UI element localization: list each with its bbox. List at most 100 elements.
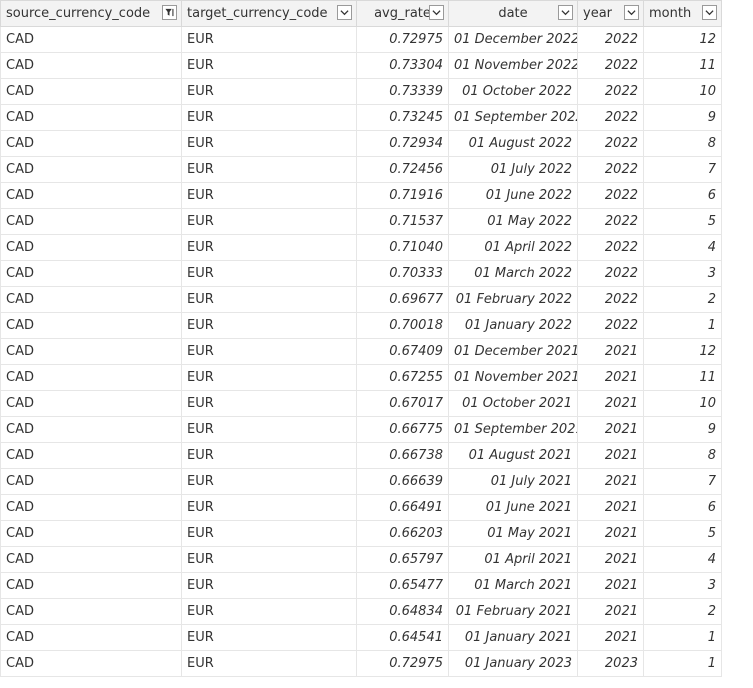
chevron-down-icon[interactable]: [429, 5, 444, 20]
chevron-down-icon[interactable]: [337, 5, 352, 20]
date-cell[interactable]: 01 July 2021: [448, 468, 578, 495]
column-header-source-currency-code[interactable]: source_currency_code: [0, 0, 182, 27]
filtered-icon[interactable]: [162, 5, 177, 20]
target-currency-code-cell[interactable]: EUR: [181, 52, 357, 79]
table-row[interactable]: CAD EUR 0.67409 01 December 2021 2021 12: [0, 338, 722, 365]
column-header-date[interactable]: date: [448, 0, 578, 27]
date-cell[interactable]: 01 May 2021: [448, 520, 578, 547]
year-cell[interactable]: 2022: [577, 26, 644, 53]
year-cell[interactable]: 2021: [577, 390, 644, 417]
avg-rate-cell[interactable]: 0.65797: [356, 546, 449, 573]
source-currency-code-cell[interactable]: CAD: [0, 442, 182, 469]
date-cell[interactable]: 01 June 2021: [448, 494, 578, 521]
target-currency-code-cell[interactable]: EUR: [181, 390, 357, 417]
month-cell[interactable]: 7: [643, 468, 722, 495]
source-currency-code-cell[interactable]: CAD: [0, 546, 182, 573]
table-row[interactable]: CAD EUR 0.64834 01 February 2021 2021 2: [0, 598, 722, 625]
year-cell[interactable]: 2021: [577, 468, 644, 495]
month-cell[interactable]: 7: [643, 156, 722, 183]
avg-rate-cell[interactable]: 0.72975: [356, 26, 449, 53]
month-cell[interactable]: 5: [643, 208, 722, 235]
source-currency-code-cell[interactable]: CAD: [0, 572, 182, 599]
year-cell[interactable]: 2023: [577, 650, 644, 677]
month-cell[interactable]: 10: [643, 390, 722, 417]
table-row[interactable]: CAD EUR 0.64541 01 January 2021 2021 1: [0, 624, 722, 651]
month-cell[interactable]: 8: [643, 442, 722, 469]
target-currency-code-cell[interactable]: EUR: [181, 260, 357, 287]
month-cell[interactable]: 9: [643, 416, 722, 443]
table-row[interactable]: CAD EUR 0.66639 01 July 2021 2021 7: [0, 468, 722, 495]
chevron-down-icon[interactable]: [702, 5, 717, 20]
column-header-month[interactable]: month: [643, 0, 722, 27]
year-cell[interactable]: 2021: [577, 572, 644, 599]
source-currency-code-cell[interactable]: CAD: [0, 208, 182, 235]
year-cell[interactable]: 2021: [577, 416, 644, 443]
avg-rate-cell[interactable]: 0.70333: [356, 260, 449, 287]
date-cell[interactable]: 01 December 2021: [448, 338, 578, 365]
avg-rate-cell[interactable]: 0.67255: [356, 364, 449, 391]
month-cell[interactable]: 10: [643, 78, 722, 105]
year-cell[interactable]: 2022: [577, 130, 644, 157]
table-row[interactable]: CAD EUR 0.73339 01 October 2022 2022 10: [0, 78, 722, 105]
source-currency-code-cell[interactable]: CAD: [0, 520, 182, 547]
target-currency-code-cell[interactable]: EUR: [181, 520, 357, 547]
avg-rate-cell[interactable]: 0.72975: [356, 650, 449, 677]
target-currency-code-cell[interactable]: EUR: [181, 416, 357, 443]
month-cell[interactable]: 12: [643, 338, 722, 365]
month-cell[interactable]: 1: [643, 650, 722, 677]
source-currency-code-cell[interactable]: CAD: [0, 286, 182, 313]
table-row[interactable]: CAD EUR 0.72456 01 July 2022 2022 7: [0, 156, 722, 183]
source-currency-code-cell[interactable]: CAD: [0, 234, 182, 261]
table-row[interactable]: CAD EUR 0.72934 01 August 2022 2022 8: [0, 130, 722, 157]
avg-rate-cell[interactable]: 0.64834: [356, 598, 449, 625]
chevron-down-icon[interactable]: [624, 5, 639, 20]
table-row[interactable]: CAD EUR 0.69677 01 February 2022 2022 2: [0, 286, 722, 313]
source-currency-code-cell[interactable]: CAD: [0, 260, 182, 287]
target-currency-code-cell[interactable]: EUR: [181, 78, 357, 105]
source-currency-code-cell[interactable]: CAD: [0, 650, 182, 677]
source-currency-code-cell[interactable]: CAD: [0, 598, 182, 625]
target-currency-code-cell[interactable]: EUR: [181, 338, 357, 365]
avg-rate-cell[interactable]: 0.66738: [356, 442, 449, 469]
table-row[interactable]: CAD EUR 0.71537 01 May 2022 2022 5: [0, 208, 722, 235]
source-currency-code-cell[interactable]: CAD: [0, 338, 182, 365]
month-cell[interactable]: 1: [643, 312, 722, 339]
date-cell[interactable]: 01 January 2022: [448, 312, 578, 339]
month-cell[interactable]: 4: [643, 234, 722, 261]
source-currency-code-cell[interactable]: CAD: [0, 494, 182, 521]
source-currency-code-cell[interactable]: CAD: [0, 104, 182, 131]
target-currency-code-cell[interactable]: EUR: [181, 234, 357, 261]
target-currency-code-cell[interactable]: EUR: [181, 572, 357, 599]
source-currency-code-cell[interactable]: CAD: [0, 416, 182, 443]
month-cell[interactable]: 11: [643, 52, 722, 79]
year-cell[interactable]: 2021: [577, 442, 644, 469]
table-row[interactable]: CAD EUR 0.67017 01 October 2021 2021 10: [0, 390, 722, 417]
year-cell[interactable]: 2021: [577, 364, 644, 391]
avg-rate-cell[interactable]: 0.67017: [356, 390, 449, 417]
target-currency-code-cell[interactable]: EUR: [181, 364, 357, 391]
source-currency-code-cell[interactable]: CAD: [0, 468, 182, 495]
year-cell[interactable]: 2021: [577, 624, 644, 651]
avg-rate-cell[interactable]: 0.71040: [356, 234, 449, 261]
date-cell[interactable]: 01 December 2022: [448, 26, 578, 53]
table-row[interactable]: CAD EUR 0.66203 01 May 2021 2021 5: [0, 520, 722, 547]
column-header-year[interactable]: year: [577, 0, 644, 27]
year-cell[interactable]: 2022: [577, 260, 644, 287]
target-currency-code-cell[interactable]: EUR: [181, 650, 357, 677]
date-cell[interactable]: 01 September 2022: [448, 104, 578, 131]
year-cell[interactable]: 2022: [577, 234, 644, 261]
source-currency-code-cell[interactable]: CAD: [0, 624, 182, 651]
date-cell[interactable]: 01 March 2021: [448, 572, 578, 599]
avg-rate-cell[interactable]: 0.73304: [356, 52, 449, 79]
year-cell[interactable]: 2022: [577, 52, 644, 79]
source-currency-code-cell[interactable]: CAD: [0, 52, 182, 79]
date-cell[interactable]: 01 January 2023: [448, 650, 578, 677]
table-row[interactable]: CAD EUR 0.72975 01 December 2022 2022 12: [0, 26, 722, 53]
target-currency-code-cell[interactable]: EUR: [181, 130, 357, 157]
date-cell[interactable]: 01 June 2022: [448, 182, 578, 209]
avg-rate-cell[interactable]: 0.73245: [356, 104, 449, 131]
source-currency-code-cell[interactable]: CAD: [0, 390, 182, 417]
year-cell[interactable]: 2021: [577, 546, 644, 573]
month-cell[interactable]: 12: [643, 26, 722, 53]
table-row[interactable]: CAD EUR 0.66491 01 June 2021 2021 6: [0, 494, 722, 521]
